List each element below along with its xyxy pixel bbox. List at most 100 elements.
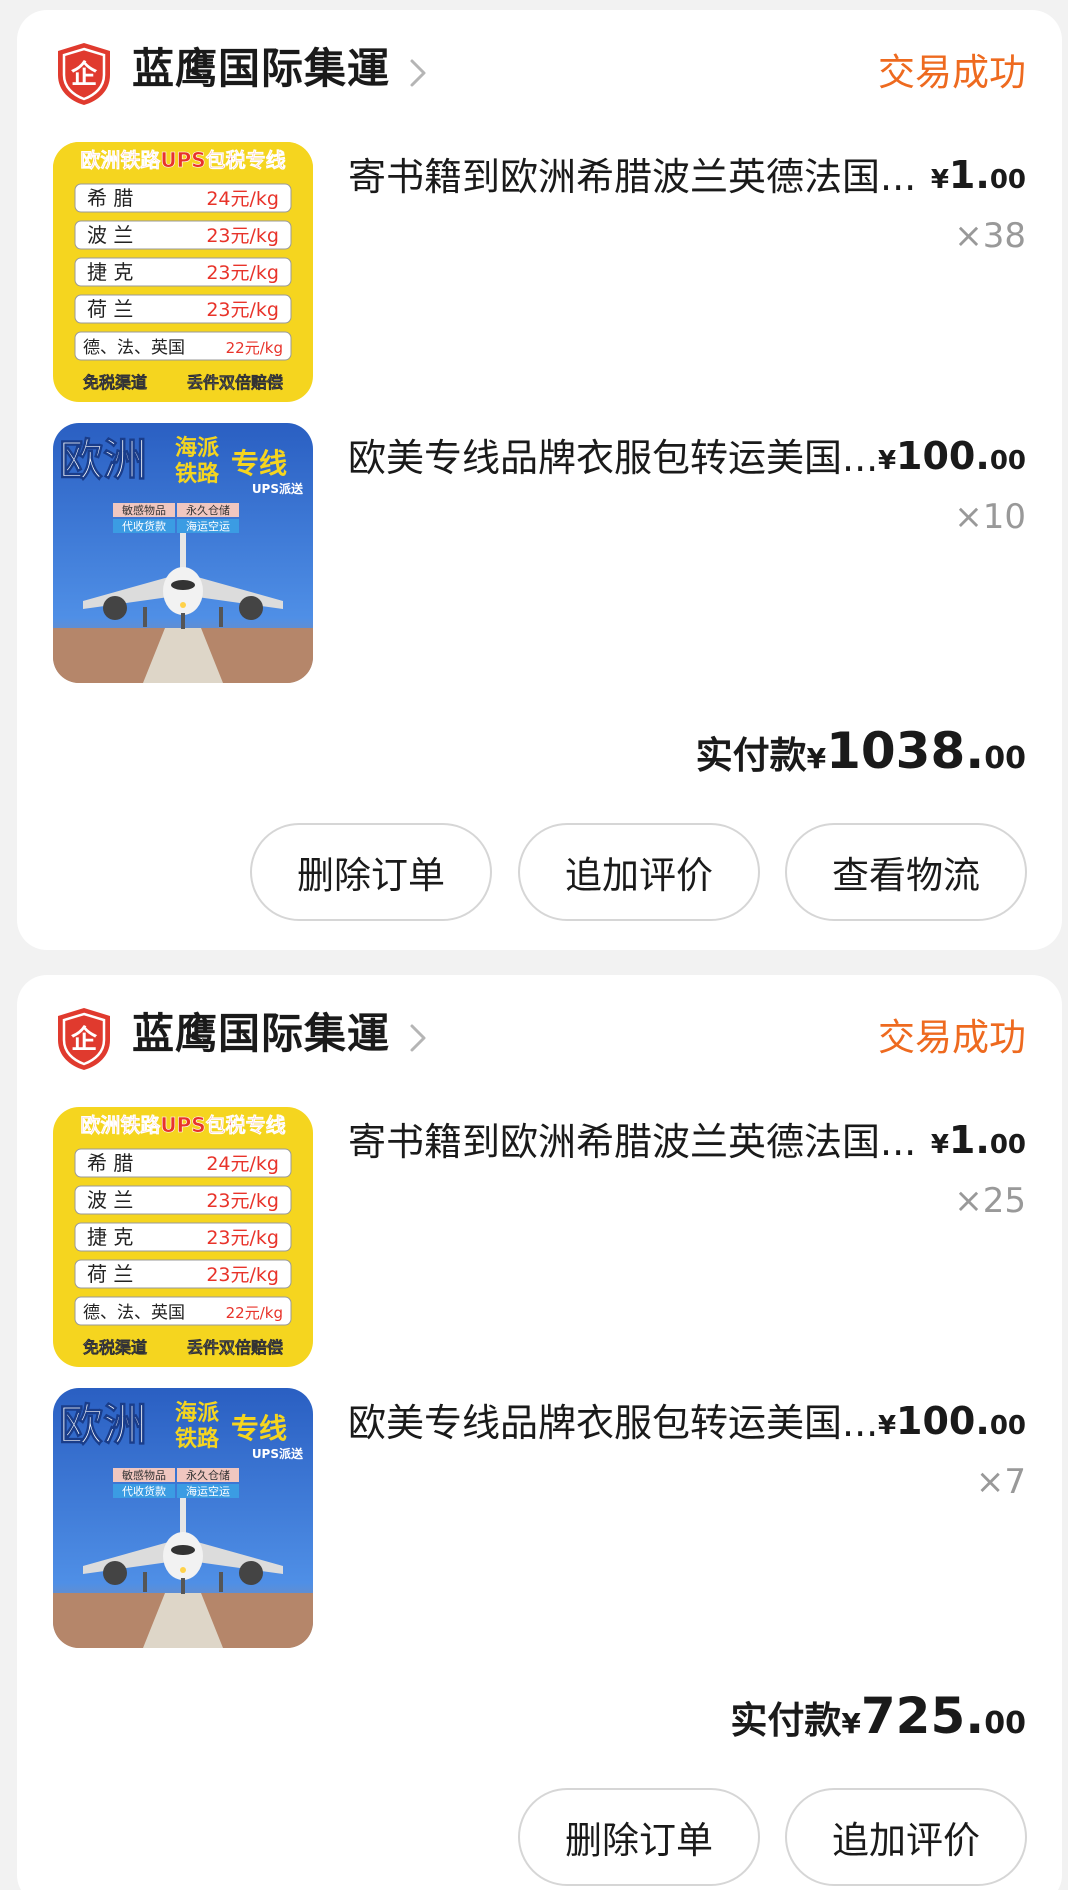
rates-country: 捷 克 [87,260,133,284]
shop-name[interactable]: 蓝鹰国际集運 [132,1008,390,1060]
plane-tag: 代收货款 [122,1484,166,1498]
rates-value: 22元/kg [226,339,283,357]
plane-big-text: 欧洲 [59,435,147,486]
price-currency: ¥ [930,165,949,195]
quantity: ×25 [954,1181,1026,1221]
price-decimal: 00 [989,1130,1026,1160]
price-integer: 1. [948,1118,990,1162]
product-row[interactable]: 欧洲铁路UPS包税专线 希 腊 24元/kg 波 兰 23元/kg 捷 克 23… [17,1107,1062,1369]
rates-country: 希 腊 [87,186,133,210]
plane-small-text: 铁路 [175,1426,220,1452]
product-title[interactable]: 寄书籍到欧洲希腊波兰英德法国... [348,152,928,202]
rates-country: 波 兰 [87,223,133,247]
badge-char: 企 [71,1024,98,1055]
order-total: 实付款¥725.00 [730,1687,1026,1745]
rates-value: 24元/kg [206,188,279,210]
rates-value: 23元/kg [206,225,279,247]
chevron-right-icon[interactable] [407,56,429,90]
rates-footer-left: 免税渠道 [83,373,147,392]
unit-price: ¥100.00 [878,431,1026,489]
plane-accent-text: 专线 [231,1412,287,1445]
rates-country: 荷 兰 [87,297,133,321]
view-logistics-button[interactable]: 查看物流 [785,823,1027,921]
rates-country: 捷 克 [87,1225,133,1249]
total-integer: 1038. [826,722,985,780]
rates-banner: 欧洲铁路UPS包税专线 [80,1113,285,1137]
product-thumbnail[interactable]: 欧洲铁路UPS包税专线 希 腊 24元/kg 波 兰 23元/kg 捷 克 23… [53,142,313,402]
price-integer: 1. [948,153,990,197]
add-review-button[interactable]: 追加评价 [785,1788,1027,1886]
price-decimal: 00 [989,446,1026,476]
unit-price: ¥1.00 [931,1115,1026,1173]
price-integer: 100. [896,434,990,478]
plane-small-text: 海派 [175,1400,219,1426]
enterprise-shield-icon: 企 [58,1008,110,1070]
rates-value: 23元/kg [206,1227,279,1249]
rates-footer-left: 免税渠道 [83,1338,147,1357]
plane-small-text: 铁路 [175,461,220,487]
price-decimal: 00 [989,165,1026,195]
rates-country: 德、法、英国 [83,338,185,358]
order-status: 交易成功 [878,51,1026,94]
plane-thumbnail-image: 欧洲 海派 铁路 专线 UPS派送 敏感物品 永久仓储 代收货款 海运空运 [53,423,313,683]
shop-header[interactable]: 企 蓝鹰国际集運 交易成功 [17,10,1062,130]
product-thumbnail[interactable]: 欧洲 海派 铁路 专线 UPS派送 敏感物品 永久仓储 代收货款 海运空运 [53,423,313,683]
rates-thumbnail-image: 欧洲铁路UPS包税专线 希 腊 24元/kg 波 兰 23元/kg 捷 克 23… [53,142,313,402]
delete-order-button[interactable]: 删除订单 [518,1788,760,1886]
plane-thumbnail-image: 欧洲 海派 铁路 专线 UPS派送 敏感物品 永久仓储 代收货款 海运空运 [53,1388,313,1648]
rates-footer-right: 丢件双倍赔偿 [187,373,283,392]
rates-thumbnail-image: 欧洲铁路UPS包税专线 希 腊 24元/kg 波 兰 23元/kg 捷 克 23… [53,1107,313,1367]
plane-tag: 敏感物品 [122,503,166,517]
product-title[interactable]: 欧美专线品牌衣服包转运美国... [348,433,888,483]
price-decimal: 00 [989,1411,1026,1441]
rates-footer-right: 丢件双倍赔偿 [187,1338,283,1357]
plane-tag: 敏感物品 [122,1468,166,1482]
rates-value: 23元/kg [206,1190,279,1212]
plane-tag: 永久仓储 [186,503,230,517]
plane-ups-text: UPS派送 [252,481,304,496]
total-integer: 725. [860,1687,985,1745]
total-currency: ¥ [841,1707,861,1740]
rates-banner: 欧洲铁路UPS包税专线 [80,148,285,172]
price-currency: ¥ [877,1411,897,1441]
rates-value: 23元/kg [206,262,279,284]
product-thumbnail[interactable]: 欧洲 海派 铁路 专线 UPS派送 敏感物品 永久仓储 代收货款 海运空运 [53,1388,313,1648]
rates-value: 23元/kg [206,1264,279,1286]
price-integer: 100. [896,1399,990,1443]
product-title[interactable]: 寄书籍到欧洲希腊波兰英德法国... [348,1117,928,1167]
order-status: 交易成功 [878,1016,1026,1059]
plane-ups-text: UPS派送 [252,1446,304,1461]
delete-order-button[interactable]: 删除订单 [250,823,492,921]
plane-small-text: 海派 [175,435,219,461]
shop-header[interactable]: 企 蓝鹰国际集運 交易成功 [17,975,1062,1095]
order-card: 企 蓝鹰国际集運 交易成功 欧洲铁路UPS包税专线 希 腊 24元/kg 波 兰… [17,975,1062,1890]
product-thumbnail[interactable]: 欧洲铁路UPS包税专线 希 腊 24元/kg 波 兰 23元/kg 捷 克 23… [53,1107,313,1367]
total-label: 实付款 [695,734,807,777]
product-row[interactable]: 欧洲 海派 铁路 专线 UPS派送 敏感物品 永久仓储 代收货款 海运空运 欧美… [17,423,1062,685]
rates-value: 23元/kg [206,299,279,321]
quantity: ×10 [954,497,1026,537]
total-label: 实付款 [730,1699,842,1742]
rates-value: 24元/kg [206,1153,279,1175]
order-card: 企 蓝鹰国际集運 交易成功 欧洲铁路UPS包税专线 希 腊 24元/kg 波 兰… [17,10,1062,950]
rates-value: 22元/kg [226,1304,283,1322]
add-review-button[interactable]: 追加评价 [518,823,760,921]
product-row[interactable]: 欧洲 海派 铁路 专线 UPS派送 敏感物品 永久仓储 代收货款 海运空运 欧美… [17,1388,1062,1650]
plane-tag: 海运空运 [186,519,230,533]
total-decimal: 00 [984,1706,1026,1741]
rates-country: 德、法、英国 [83,1303,185,1323]
quantity: ×7 [975,1462,1026,1502]
unit-price: ¥100.00 [878,1396,1026,1454]
enterprise-shield-icon: 企 [58,43,110,105]
total-currency: ¥ [806,742,827,775]
order-total: 实付款¥1038.00 [696,722,1026,780]
total-decimal: 00 [984,741,1026,776]
badge-char: 企 [71,59,98,90]
unit-price: ¥1.00 [931,150,1026,208]
plane-tag: 代收货款 [122,519,166,533]
chevron-right-icon[interactable] [407,1021,429,1055]
shop-name[interactable]: 蓝鹰国际集運 [132,43,390,95]
product-row[interactable]: 欧洲铁路UPS包税专线 希 腊 24元/kg 波 兰 23元/kg 捷 克 23… [17,142,1062,404]
product-title[interactable]: 欧美专线品牌衣服包转运美国... [348,1398,888,1448]
price-currency: ¥ [930,1130,949,1160]
